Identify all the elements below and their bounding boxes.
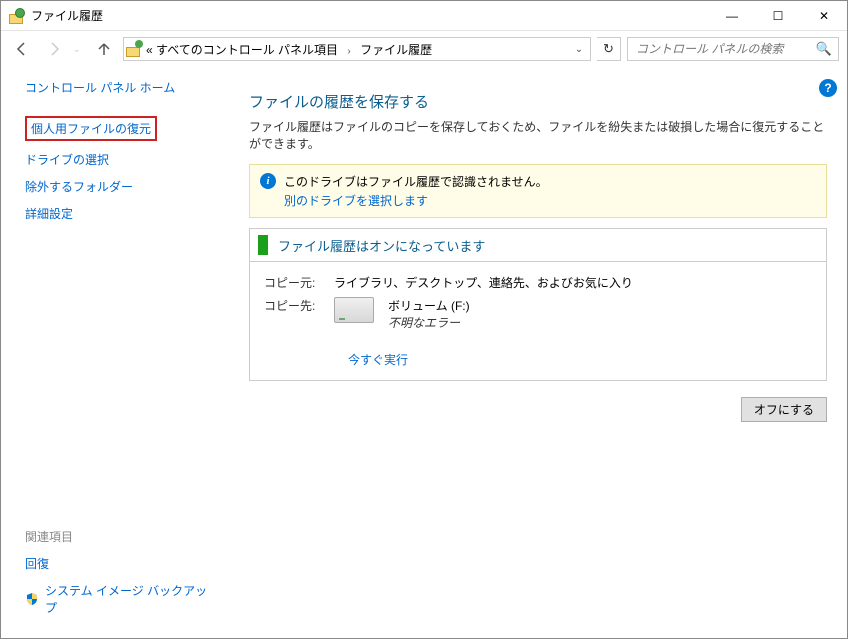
breadcrumb-sep-icon: › xyxy=(347,46,350,57)
sidebar: コントロール パネル ホーム 個人用ファイルの復元 ドライブの選択 除外するフォ… xyxy=(1,67,219,638)
up-button[interactable] xyxy=(91,36,117,62)
address-bar[interactable]: « すべてのコントロール パネル項目 › ファイル履歴 ⌄ xyxy=(123,37,591,61)
breadcrumb[interactable]: « すべてのコントロール パネル項目 › ファイル履歴 xyxy=(146,41,566,58)
sidebar-recovery-link[interactable]: 回復 xyxy=(25,555,219,572)
sidebar-related-heading: 関連項目 xyxy=(25,528,219,545)
window-controls: — ☐ ✕ xyxy=(709,1,847,30)
status-box: ファイル履歴はオンになっています コピー元: ライブラリ、デスクトップ、連絡先、… xyxy=(249,228,827,381)
breadcrumb-part2[interactable]: ファイル履歴 xyxy=(360,43,432,57)
status-header: ファイル履歴はオンになっています xyxy=(250,229,826,262)
breadcrumb-part1[interactable]: すべてのコントロール パネル項目 xyxy=(156,43,338,57)
sidebar-system-image-label: システム イメージ バックアップ xyxy=(45,582,219,616)
search-box[interactable]: 🔍 xyxy=(627,37,839,61)
search-input[interactable] xyxy=(634,41,816,57)
sidebar-exclude-link[interactable]: 除外するフォルダー xyxy=(25,178,219,195)
help-icon[interactable]: ? xyxy=(819,79,837,97)
dest-error: 不明なエラー xyxy=(388,314,470,331)
window-title: ファイル履歴 xyxy=(31,7,103,24)
sidebar-home-link[interactable]: コントロール パネル ホーム xyxy=(25,79,219,96)
warning-link[interactable]: 別のドライブを選択します xyxy=(284,192,548,209)
close-button[interactable]: ✕ xyxy=(801,1,847,30)
dest-label: コピー先: xyxy=(264,297,334,331)
minimize-button[interactable]: — xyxy=(709,1,755,30)
status-body: コピー元: ライブラリ、デスクトップ、連絡先、およびお気に入り コピー先: ボリ… xyxy=(250,262,826,380)
address-dropdown-icon[interactable]: ⌄ xyxy=(570,44,588,55)
drive-icon xyxy=(334,297,374,323)
sidebar-system-image-link[interactable]: システム イメージ バックアップ xyxy=(25,582,219,616)
back-button[interactable] xyxy=(9,36,35,62)
main: ? ファイルの履歴を保存する ファイル履歴はファイルのコピーを保存しておくため、… xyxy=(219,67,847,638)
history-dropdown[interactable]: ⌄ xyxy=(73,44,85,55)
content: コントロール パネル ホーム 個人用ファイルの復元 ドライブの選択 除外するフォ… xyxy=(1,67,847,638)
refresh-button[interactable]: ↻ xyxy=(597,37,621,61)
warning-box: i このドライブはファイル履歴で認識されません。 別のドライブを選択します xyxy=(249,164,827,218)
sidebar-restore-link[interactable]: 個人用ファイルの復元 xyxy=(25,116,157,141)
maximize-button[interactable]: ☐ xyxy=(755,1,801,30)
status-title: ファイル履歴はオンになっています xyxy=(278,236,485,255)
sidebar-advanced-link[interactable]: 詳細設定 xyxy=(25,205,219,222)
source-value: ライブラリ、デスクトップ、連絡先、およびお気に入り xyxy=(334,274,812,291)
search-icon[interactable]: 🔍 xyxy=(816,41,832,57)
shield-icon xyxy=(25,592,39,606)
titlebar: ファイル履歴 — ☐ ✕ xyxy=(1,1,847,31)
dest-name: ボリューム (F:) xyxy=(388,297,470,314)
app-icon xyxy=(9,8,25,24)
page-heading: ファイルの履歴を保存する xyxy=(249,91,827,112)
run-now-link[interactable]: 今すぐ実行 xyxy=(348,351,408,368)
breadcrumb-prefix: « xyxy=(146,43,153,57)
sidebar-select-drive-link[interactable]: ドライブの選択 xyxy=(25,151,219,168)
navbar: ⌄ « すべてのコントロール パネル項目 › ファイル履歴 ⌄ ↻ 🔍 xyxy=(1,31,847,67)
address-icon xyxy=(126,41,142,57)
forward-button[interactable] xyxy=(41,36,67,62)
warning-text: このドライブはファイル履歴で認識されません。 xyxy=(284,175,548,189)
actions: オフにする xyxy=(249,397,827,422)
source-label: コピー元: xyxy=(264,274,334,291)
page-description: ファイル履歴はファイルのコピーを保存しておくため、ファイルを紛失または破損した場… xyxy=(249,118,827,152)
status-indicator xyxy=(258,235,268,255)
info-icon: i xyxy=(260,173,276,189)
turn-off-button[interactable]: オフにする xyxy=(741,397,827,422)
